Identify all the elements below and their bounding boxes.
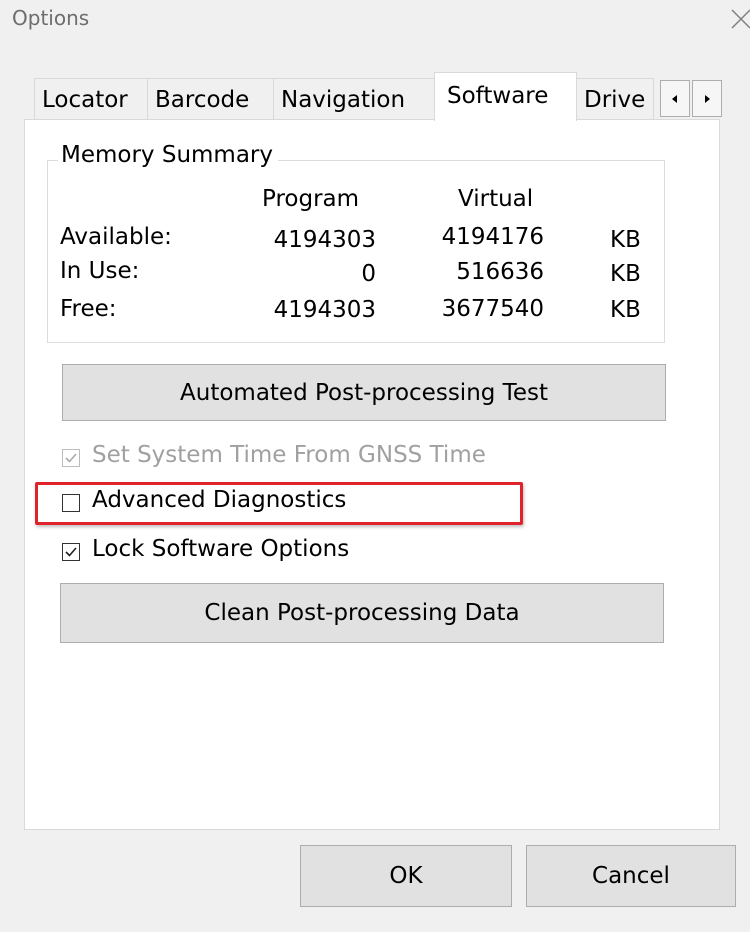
button-label: Clean Post-processing Data (204, 600, 520, 626)
free-program-value: 4194303 (273, 297, 376, 323)
button-label: Automated Post-processing Test (180, 379, 548, 406)
tab-barcode[interactable]: Barcode (147, 78, 274, 120)
tab-locator[interactable]: Locator (34, 78, 148, 120)
available-program-value: 4194303 (273, 227, 376, 253)
tab-navigation[interactable]: Navigation (273, 78, 435, 120)
free-virtual-value: 3677540 (441, 296, 544, 322)
memory-summary-title: Memory Summary (58, 142, 278, 168)
tab-drive[interactable]: Drive (576, 78, 654, 120)
tab-label: Software (447, 83, 549, 109)
gnss-time-checkbox[interactable] (62, 449, 80, 467)
in-use-virtual-value: 516636 (456, 259, 544, 285)
highlight-box (35, 482, 523, 525)
close-icon[interactable] (726, 4, 750, 34)
available-unit: KB (610, 227, 641, 253)
tab-software[interactable]: Software (434, 72, 577, 121)
checkbox-box (62, 449, 80, 467)
tab-label: Locator (42, 87, 128, 113)
button-label: OK (389, 863, 423, 889)
tab-label: Drive (584, 87, 646, 113)
gnss-time-label: Set System Time From GNSS Time (92, 442, 486, 468)
lock-software-options-checkbox[interactable] (62, 543, 80, 561)
checkmark-icon (65, 453, 77, 463)
free-unit: KB (610, 297, 641, 323)
row-label-in-use: In Use: (60, 258, 140, 284)
in-use-unit: KB (610, 261, 641, 287)
arrow-right-icon (705, 94, 710, 103)
tab-scroll-right-button[interactable] (692, 80, 722, 117)
available-virtual-value: 4194176 (441, 224, 544, 250)
ok-button[interactable]: OK (300, 845, 512, 907)
row-label-free: Free: (60, 296, 117, 322)
in-use-program-value: 0 (361, 261, 376, 287)
clean-post-processing-data-button[interactable]: Clean Post-processing Data (60, 583, 664, 643)
window-title: Options (12, 6, 90, 30)
tab-label: Navigation (281, 87, 406, 113)
column-header-program: Program (262, 186, 360, 212)
row-label-available: Available: (60, 224, 172, 250)
column-header-virtual: Virtual (458, 186, 534, 212)
tab-label: Barcode (155, 87, 250, 113)
button-label: Cancel (592, 863, 670, 889)
lock-software-options-label: Lock Software Options (92, 536, 350, 562)
cancel-button[interactable]: Cancel (526, 845, 736, 907)
arrow-left-icon (672, 94, 677, 103)
checkbox-box (62, 543, 80, 561)
automated-post-processing-test-button[interactable]: Automated Post-processing Test (62, 364, 666, 421)
checkmark-icon (65, 547, 77, 557)
tab-scroll-left-button[interactable] (660, 80, 690, 117)
